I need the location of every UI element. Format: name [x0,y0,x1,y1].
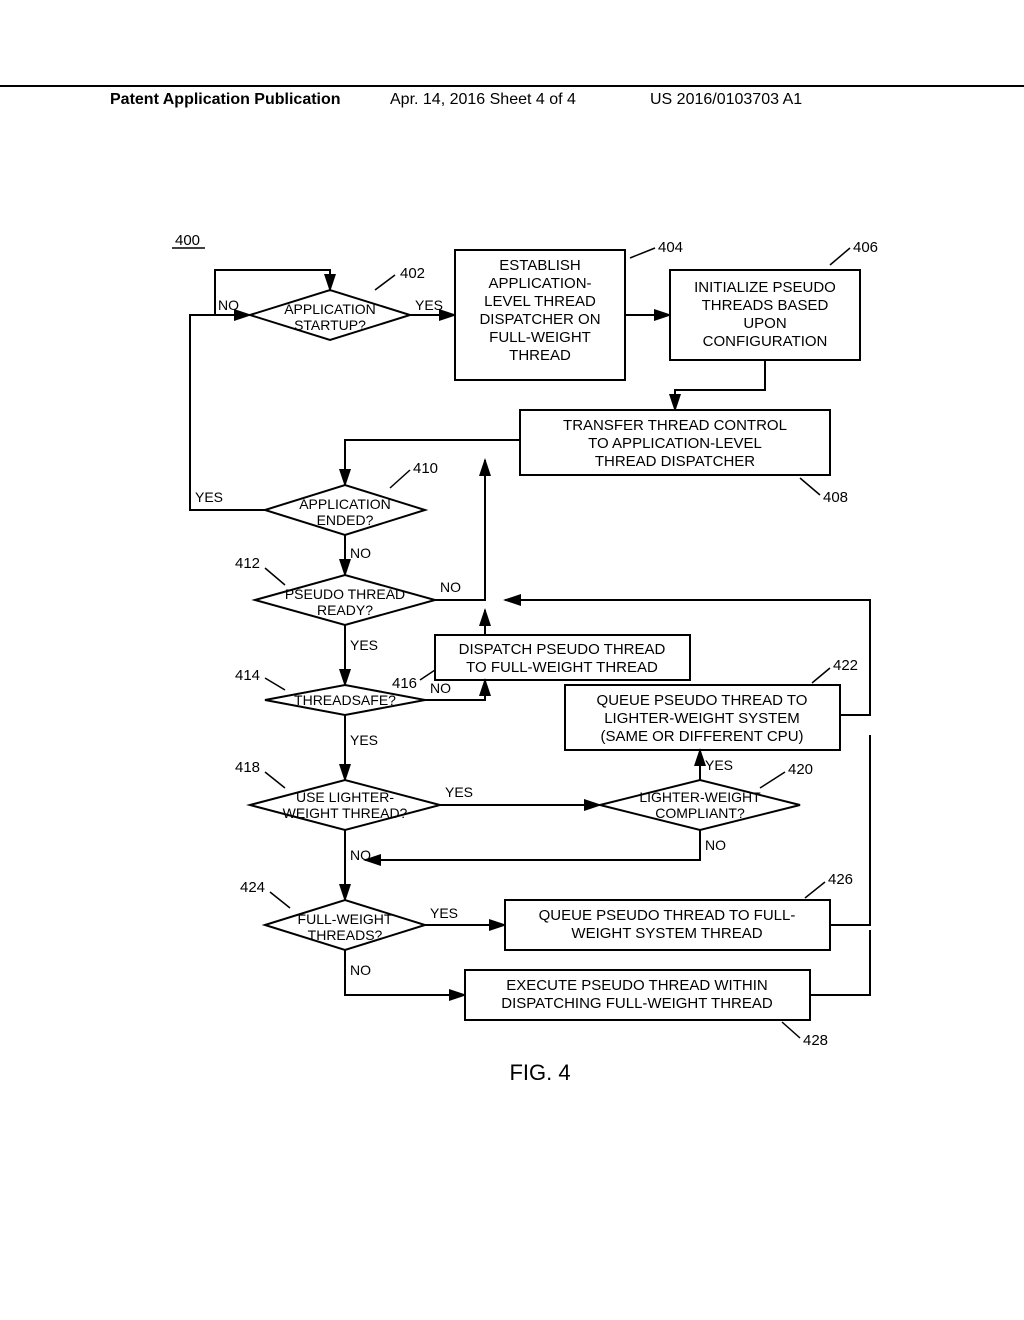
node-text: FULL-WEIGHT [298,911,393,927]
node-text: THREAD DISPATCHER [595,453,755,470]
process-dispatch-pseudo-thread: DISPATCH PSEUDO THREAD TO FULL-WEIGHT TH… [435,635,690,680]
node-text: DISPATCH PSEUDO THREAD [459,641,666,658]
header-right: US 2016/0103703 A1 [650,91,802,109]
node-text: PSEUDO THREAD [285,586,405,602]
node-text: APPLICATION [284,301,376,317]
ref-label: 416 [392,675,417,692]
node-text: EXECUTE PSEUDO THREAD WITHIN [506,977,767,994]
edge-label-yes: YES [445,784,473,800]
edge-label-no: NO [705,837,726,853]
ref-label: 426 [828,871,853,888]
decision-application-startup: APPLICATION STARTUP? [250,290,410,340]
node-text: TRANSFER THREAD CONTROL [563,417,787,434]
node-text: ENDED? [317,512,374,528]
ref-label: 402 [400,265,425,282]
node-text: LEVEL THREAD [484,293,596,310]
edge-label-yes: YES [350,637,378,653]
node-text: WEIGHT SYSTEM THREAD [571,925,762,942]
decision-lighter-weight-compliant: LIGHTER-WEIGHT COMPLIANT? [600,780,800,830]
node-text: QUEUE PSEUDO THREAD TO FULL- [539,907,796,924]
process-queue-lighter-weight: QUEUE PSEUDO THREAD TO LIGHTER-WEIGHT SY… [565,685,840,750]
node-text: STARTUP? [294,317,366,333]
edge-label-yes: YES [350,732,378,748]
figure-label: FIG. 4 [509,1060,570,1085]
ref-label: 424 [240,879,265,896]
ref-label: 412 [235,555,260,572]
header-left: Patent Application Publication [110,91,341,109]
edge-label-yes: YES [415,297,443,313]
node-text: (SAME OR DIFFERENT CPU) [600,728,803,745]
ref-label: 410 [413,460,438,477]
node-text: DISPATCHING FULL-WEIGHT THREAD [501,995,773,1012]
node-text: THREADS? [308,927,383,943]
node-text: COMPLIANT? [655,805,745,821]
ref-label: 422 [833,657,858,674]
node-text: APPLICATION- [488,275,591,292]
process-transfer-thread-control: TRANSFER THREAD CONTROL TO APPLICATION-L… [520,410,830,475]
node-text: LIGHTER-WEIGHT SYSTEM [604,710,800,727]
edge-label-no: NO [440,579,461,595]
node-text: QUEUE PSEUDO THREAD TO [597,692,808,709]
node-text: THREAD [509,347,571,364]
header-mid: Apr. 14, 2016 Sheet 4 of 4 [390,91,576,109]
process-establish-dispatcher: ESTABLISH APPLICATION- LEVEL THREAD DISP… [455,250,625,380]
node-text: APPLICATION [299,496,391,512]
node-text: TO APPLICATION-LEVEL [588,435,762,452]
ref-label: 418 [235,759,260,776]
ref-label: 408 [823,489,848,506]
decision-application-ended: APPLICATION ENDED? [265,485,425,535]
ref-label: 428 [803,1032,828,1049]
process-execute-in-dispatcher: EXECUTE PSEUDO THREAD WITHIN DISPATCHING… [465,970,810,1020]
edge-label-no: NO [218,297,239,313]
node-text: UPON [743,315,786,332]
flowchart-diagram: 400 APPLICATION STARTUP? 402 YES NO ESTA… [110,140,930,1190]
ref-label: 404 [658,239,683,256]
node-text: FULL-WEIGHT [489,329,591,346]
node-text: WEIGHT THREAD? [283,805,408,821]
node-text: USE LIGHTER- [296,789,394,805]
decision-use-lighter-weight: USE LIGHTER- WEIGHT THREAD? [250,780,440,830]
ref-label: 406 [853,239,878,256]
ref-label: 420 [788,761,813,778]
node-text: THREADSAFE? [294,692,396,708]
node-text: THREADS BASED [702,297,829,314]
edge-label-no: NO [350,545,371,561]
node-text: DISPATCHER ON [479,311,600,328]
node-text: READY? [317,602,373,618]
page-header: Patent Application Publication Apr. 14, … [0,85,1024,91]
edge-label-no: NO [350,962,371,978]
node-text: ESTABLISH [499,257,580,274]
process-queue-full-weight: QUEUE PSEUDO THREAD TO FULL- WEIGHT SYST… [505,900,830,950]
process-initialize-pseudo-threads: INITIALIZE PSEUDO THREADS BASED UPON CON… [670,270,860,360]
node-text: INITIALIZE PSEUDO [694,279,836,296]
ref-label: 414 [235,667,260,684]
node-text: LIGHTER-WEIGHT [639,789,761,805]
node-text: CONFIGURATION [703,333,828,350]
edge-label-yes: YES [705,757,733,773]
node-text: TO FULL-WEIGHT THREAD [466,659,658,676]
edge-label-no: NO [430,680,451,696]
ref-400-label: 400 [175,232,200,249]
edge-label-yes: YES [195,489,223,505]
edge-label-yes: YES [430,905,458,921]
